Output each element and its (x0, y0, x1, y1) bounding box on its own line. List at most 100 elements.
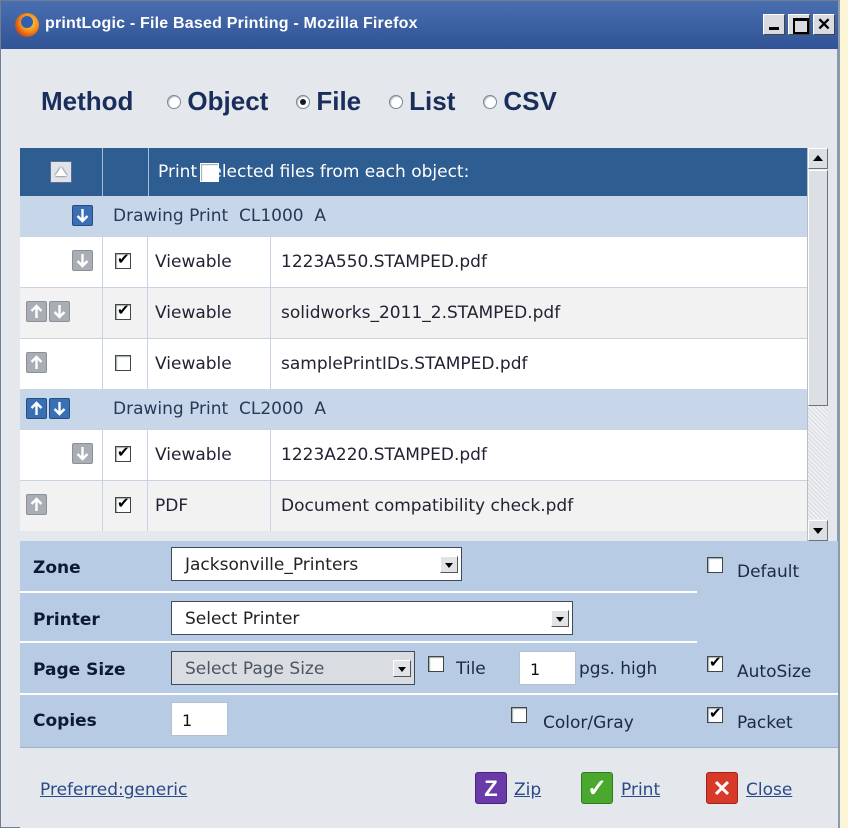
zone-value: Jacksonville_Printers (185, 555, 359, 575)
scroll-up-arrow-icon[interactable] (808, 148, 828, 169)
tile-pages-input[interactable]: 1 (519, 651, 576, 685)
file-name: solidworks_2011_2.STAMPED.pdf (281, 303, 561, 323)
default-label: Default (737, 562, 800, 582)
move-down-icon[interactable] (72, 205, 93, 226)
file-name: samplePrintIDs.STAMPED.pdf (281, 354, 528, 374)
pgs-high-label: pgs. high (579, 659, 658, 679)
printer-value: Select Printer (185, 609, 300, 629)
colorgray-label: Color/Gray (543, 713, 634, 733)
close-link[interactable]: Close (746, 780, 792, 800)
grid-header: Print selected files from each object: (20, 148, 807, 196)
file-checkbox[interactable] (115, 443, 131, 462)
copies-input[interactable]: 1 (171, 702, 228, 736)
file-type: Viewable (155, 252, 232, 272)
file-checkbox[interactable] (115, 355, 131, 371)
firefox-icon (15, 13, 39, 37)
file-name: Document compatibility check.pdf (281, 496, 574, 516)
radio-object[interactable] (167, 94, 182, 109)
zone-row: Zone Jacksonville_Printers (20, 541, 697, 593)
pagesize-select[interactable]: Select Page Size (171, 651, 415, 685)
chevron-down-icon[interactable] (440, 556, 458, 573)
method-option-file[interactable]: File (296, 86, 361, 117)
file-checkbox[interactable] (115, 250, 131, 269)
packet-checkbox[interactable] (707, 704, 723, 723)
pagesize-label: Page Size (33, 660, 126, 680)
print-link[interactable]: Print (621, 780, 660, 800)
file-row: Viewable 1223A550.STAMPED.pdf (20, 236, 807, 287)
chevron-down-icon[interactable] (393, 660, 411, 677)
file-checkbox[interactable] (115, 494, 131, 513)
file-checkbox[interactable] (115, 301, 131, 320)
file-name: 1223A550.STAMPED.pdf (281, 252, 487, 272)
method-option-label: Object (187, 86, 269, 116)
group-row: Drawing Print CL1000 A (20, 196, 807, 236)
chevron-down-icon[interactable] (551, 610, 569, 627)
printer-label: Printer (33, 610, 100, 630)
window-close-button[interactable]: ✕ (813, 14, 835, 35)
zone-select[interactable]: Jacksonville_Printers (171, 547, 462, 581)
method-option-csv[interactable]: CSV (483, 86, 557, 117)
close-icon[interactable]: ✕ (706, 772, 738, 804)
zip-link[interactable]: Zip (514, 780, 541, 800)
move-up-icon[interactable] (26, 301, 47, 322)
maximize-button[interactable] (788, 14, 810, 35)
file-name: 1223A220.STAMPED.pdf (281, 445, 487, 465)
packet-label: Packet (737, 713, 793, 733)
file-row: Viewable solidworks_2011_2.STAMPED.pdf (20, 287, 807, 338)
print-check-icon[interactable]: ✓ (581, 772, 613, 804)
move-down-icon[interactable] (49, 301, 70, 322)
footer-bar: Preferred:generic Z Zip ✓ Print ✕ Close (20, 747, 838, 828)
move-down-icon[interactable] (49, 398, 70, 419)
printer-row: Printer Select Printer (20, 593, 697, 643)
grid-header-text: Print selected files from each object: (158, 162, 470, 182)
group-row: Drawing Print CL2000 A (20, 389, 807, 429)
tile-checkbox[interactable] (428, 656, 444, 672)
method-option-label: File (316, 86, 362, 116)
move-up-icon[interactable] (26, 398, 47, 419)
pagesize-row: Page Size Select Page Size Tile 1 pgs. h… (20, 643, 838, 695)
printer-select[interactable]: Select Printer (171, 601, 573, 635)
method-option-list[interactable]: List (389, 86, 455, 117)
file-row: Viewable 1223A220.STAMPED.pdf (20, 429, 807, 480)
copies-row: Copies 1 Color/Gray Packet (20, 695, 838, 747)
tile-label: Tile (456, 659, 486, 679)
scroll-down-arrow-icon[interactable] (808, 520, 828, 541)
collapse-all-icon[interactable] (50, 161, 72, 183)
zip-icon[interactable]: Z (475, 772, 507, 804)
window-title: printLogic - File Based Printing - Mozil… (45, 15, 418, 32)
minimize-button[interactable] (763, 14, 785, 35)
file-row: Viewable samplePrintIDs.STAMPED.pdf (20, 338, 807, 389)
scroll-track[interactable] (808, 406, 828, 519)
method-label: Method (41, 86, 134, 116)
grid-scrollbar[interactable] (807, 148, 828, 541)
move-up-icon[interactable] (26, 352, 47, 373)
move-up-icon[interactable] (26, 494, 47, 515)
browser-window: printLogic - File Based Printing - Mozil… (0, 0, 840, 828)
colorgray-checkbox[interactable] (511, 707, 527, 723)
preferred-link[interactable]: Preferred:generic (40, 780, 187, 800)
title-bar[interactable]: printLogic - File Based Printing - Mozil… (1, 1, 838, 49)
radio-list[interactable] (389, 94, 404, 109)
file-type: PDF (155, 496, 189, 516)
scroll-thumb[interactable] (808, 170, 828, 406)
group-label: Drawing Print CL2000 A (113, 399, 327, 419)
method-selector: Method Object File List CSV (41, 86, 585, 117)
default-checkbox[interactable] (707, 557, 723, 573)
file-type: Viewable (155, 354, 232, 374)
file-type: Viewable (155, 303, 232, 323)
move-down-icon[interactable] (72, 250, 93, 271)
autosize-label: AutoSize (737, 662, 812, 682)
move-down-icon[interactable] (72, 443, 93, 464)
method-option-object[interactable]: Object (167, 86, 268, 117)
file-type: Viewable (155, 445, 232, 465)
pagesize-value: Select Page Size (185, 659, 325, 679)
copies-label: Copies (33, 711, 97, 731)
radio-file[interactable] (296, 94, 311, 109)
group-label: Drawing Print CL1000 A (113, 206, 327, 226)
file-grid: Print selected files from each object: D… (20, 148, 807, 541)
method-option-label: CSV (503, 86, 557, 116)
zone-label: Zone (33, 558, 81, 578)
method-option-label: List (409, 86, 456, 116)
autosize-checkbox[interactable] (707, 653, 723, 672)
radio-csv[interactable] (483, 94, 498, 109)
